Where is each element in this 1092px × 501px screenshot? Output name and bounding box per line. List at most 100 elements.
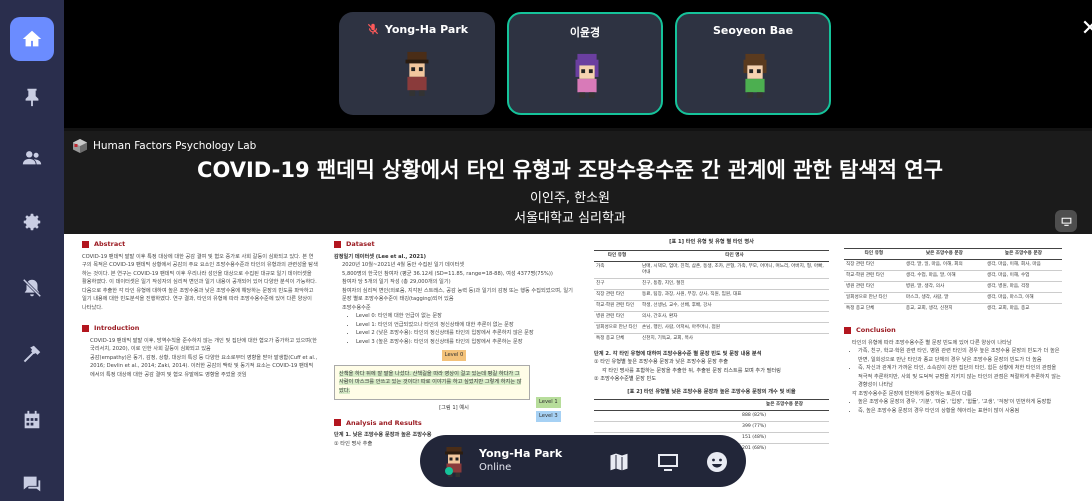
screen-share-button[interactable] [655,449,681,475]
table-row: 학교·학원 관련 타인 생각, 수업, 마음, 말, 이해 생각, 마음, 이해, … [844,270,1062,282]
participant-tile[interactable]: 이윤경 [507,12,663,115]
abstract-heading: Abstract [82,240,318,249]
list-item: 참여자 당 5개의 일기 작성 (총 29,000개의 일기) [342,278,574,287]
table-row: 특정 종교 단체 종교, 교회, 생각, 신천지 생각, 교회, 마음, 종교 [844,303,1062,314]
home-icon [22,30,42,47]
lab-logo-icon [73,139,87,153]
control-bar: Yong-Ha Park Online [420,435,746,487]
participant-name-row: Seoyeon Bae [677,24,829,37]
sidebar-home-button[interactable] [10,17,54,61]
app-root: Yong-Ha Park 이윤경 Seoyeon Bae ✕ Human Fac… [0,0,1092,501]
list-item: 가족, 친구, 학교·학원 관련 타인, 병원 관련 타인의 경우 높은 조망수… [858,347,1062,364]
poster-title: COVID-19 팬데믹 상황에서 타인 유형과 조망수용수준 간 관계에 관한… [197,158,943,182]
step2-item: ① 타인 유형별 높은 조망수용 문장과 낮은 조망수용 문장 추출 [594,359,729,365]
table-header: 타인 명사 [640,249,829,262]
table-row: 직장 관련 타인 동료, 팀장, 과장, 사원, 부장, 상사, 직원, 임원, … [594,288,829,300]
sidebar-settings-button[interactable] [10,200,54,244]
list-item: 즉, 자신과 관계가 가까운 타인, 소속감이 강한 집단의 타인, 힘든 상황… [858,364,1062,390]
hammer-icon [23,345,41,363]
table-row: 일회성으로 만난 타인 마스크, 생각, 사람, 말 생각, 마음, 마스크, 이해 [844,292,1062,304]
level1-tag-wrap: Level 1 [536,397,561,408]
sidebar-pin-button[interactable] [10,75,54,119]
list-item: 타인의 유형에 따라 조망수용수준 별 문장 빈도에 있어 다른 양상이 나타남 [852,339,1062,348]
abstract-text: COVID-19 팬데믹 발발 이후 특정 대상에 대한 공감 결여 및 혐오 … [82,253,318,311]
intro-list: COVID-19 팬데믹 발발 이후, 방역수칙을 준수하지 않는 개인 및 집… [82,337,318,380]
user-status: Online [479,462,512,473]
table-header: 타인 유형 [594,249,640,262]
step2-item: 각 타인 명사를 포함하는 문장을 추출한 뒤, 추출된 문장 리스트를 보며 … [602,367,781,374]
table1-caption: [표 1] 타인 유형 및 유형 별 타인 명사 [669,239,754,245]
step2-title: 단계 2. 각 타인 유형에 대하여 조망수용수준 별 문장 빈도 및 문장 내… [594,350,762,357]
sidebar-build-button[interactable] [10,332,54,376]
dataset-list: 2020년 10월~2021년 4월 동안 수집된 일기 데이터셋 5,800명… [334,261,574,312]
sidebar [0,0,64,501]
emoji-icon [707,452,727,472]
poster-authors: 이인주, 한소원 [529,191,611,206]
list-item: 5,800명의 한국인 참여자 (평균 36.12세 (SD=11.85, ra… [342,270,574,279]
screen-share-icon [658,454,678,471]
chat-icon [23,476,41,492]
avatar [405,51,429,96]
screen-icon [1061,217,1071,226]
participant-tile[interactable]: Yong-Ha Park [339,12,495,115]
conclusion-list: 타인의 유형에 따라 조망수용수준 별 문장 빈도에 있어 다른 양상이 나타남… [844,339,1062,416]
table-row: 직장 관련 타인 생각, 말, 일, 마음, 이해, 회의 생각, 마음, 이해, … [844,259,1062,271]
calendar-icon [24,410,40,429]
intro-heading: Introduction [82,324,318,333]
avatar [743,53,767,98]
list-item: Level 1: 타인의 언급되었으나 타인의 정신상태에 대한 추론이 없는 … [356,321,574,330]
table-row: 병원 관련 타인 의사, 간호사, 환자 [594,310,829,322]
map-icon [609,452,629,472]
poster-affiliation: 서울대학교 심리학과 [514,211,626,226]
participant-name-row: 이윤경 [509,24,661,40]
participant-name: Yong-Ha Park [384,22,469,36]
close-icon: ✕ [1080,15,1092,41]
list-item: 각 조망수용수준 문장에 빈번하게 등장하는 토픈이 다름 [852,390,1062,399]
table-header: 낮은 조망수용 문장 [903,248,985,260]
table-header: 타인 유형 [844,248,904,260]
table-row: 399 (77%) [594,421,829,433]
table2-caption: [표 2] 타인 유형별 낮은 조망수용 문장과 높은 조망수용 문장의 개수 … [627,388,796,395]
table3: 타인 유형 낮은 조망수용 문장 높은 조망수용 문장 직장 관련 타인 생각, 말,… [844,248,1062,314]
poster-column-conclusion: 타인 유형 낮은 조망수용 문장 높은 조망수용 문장 직장 관련 타인 생각, 말,… [844,234,1062,501]
user-name[interactable]: Yong-Ha Park [479,447,562,460]
table-row: 친구 친구, 동창, 지인, 절친 [594,277,829,289]
sidebar-notifications-button[interactable] [10,266,54,310]
close-button[interactable]: ✕ [1074,12,1092,44]
pin-icon [25,88,39,107]
participant-tile[interactable]: Seoyeon Bae [675,12,831,115]
list-item: COVID-19 팬데믹 발발 이후, 방역수칙을 준수하지 않는 개인 및 집… [90,337,318,354]
table-row: 학교·학원 관련 타인 학생, 선생님, 교수, 선배, 후배, 강사 [594,299,829,311]
sidebar-chat-button[interactable] [10,462,54,501]
participant-name: 이윤경 [569,26,601,39]
dataset-title: 감정일기 데이터셋 (Lee et al., 2021) [334,253,426,260]
list-item: Level 2 (낮은 조망수용): 타인의 정신상태를 타인의 입장에서 추론… [356,329,574,338]
list-item: Level 3 (높은 조망수용): 타인의 정신상태를 타인의 입장에서 추론… [356,338,574,347]
list-item: 2020년 10월~2021년 4월 동안 수집된 일기 데이터셋 [342,261,574,270]
gear-icon [23,213,41,231]
table-header: 높은 조망수용 문장 [740,399,829,411]
level0-tag: Level 0 [441,350,467,361]
sidebar-people-button[interactable] [10,136,54,180]
table-row: 가족 남매, 시댁모, 엄마, 친척, 삼촌, 동생, 조카, 큰형, 가족, 부… [594,260,829,278]
people-icon [22,151,42,165]
emoji-button[interactable] [704,449,730,475]
lab-label: Human Factors Psychology Lab [72,138,256,154]
level-list: Level 0: 타인에 대한 언급이 없는 문장 Level 1: 타인의 언… [348,312,574,346]
table-row: 일회성으로 만난 타인 손님, 행인, 사람, 아저씨, 아주머니, 점원 [594,321,829,333]
mic-off-icon [367,23,378,35]
list-item: 즉, 높은 조망수용 문장의 경우 타인의 상황을 헤아리는 표현이 많이 사용… [858,407,1062,416]
level3-tag: Level 3 [536,411,561,422]
table-row: 888 (82%) [594,410,829,422]
online-status-dot [445,467,453,475]
list-item: Level 0: 타인에 대한 언급이 없는 문장 [356,312,574,321]
poster-screen-button[interactable] [1055,210,1077,232]
table-row: 특정 종교 단체 신천지, 기독교, 교회, 목사 [594,332,829,344]
map-button[interactable] [606,449,632,475]
conclusion-heading: Conclusion [844,326,1062,335]
avatar [575,53,599,98]
sidebar-calendar-button[interactable] [10,398,54,442]
table-row: 병원 관련 타인 병원, 말, 생각, 의사 생각, 병원, 마음, 걱정 [844,281,1062,293]
list-item: 조망수용수준 [342,304,574,313]
participant-name-row: Yong-Ha Park [339,22,495,36]
